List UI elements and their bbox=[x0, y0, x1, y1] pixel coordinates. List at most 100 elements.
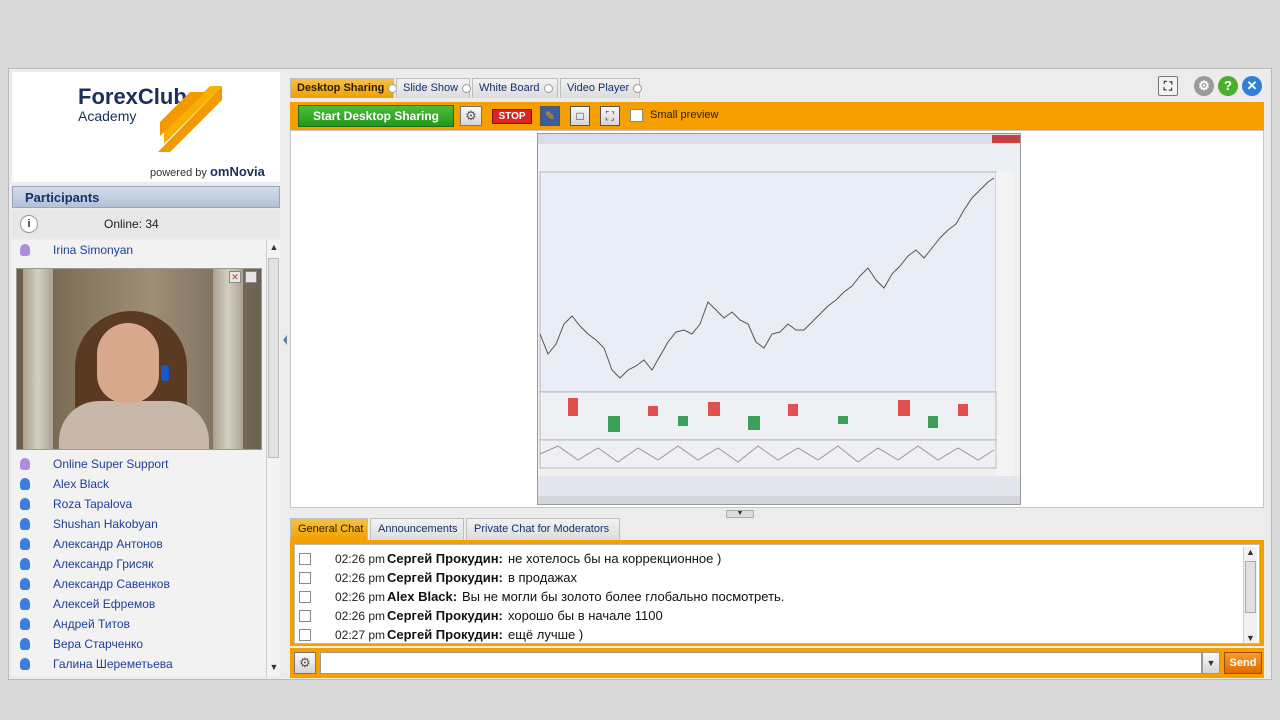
participant-name: Вера Старченко bbox=[53, 637, 144, 651]
presenter-name: Irina Simonyan bbox=[53, 243, 134, 257]
participant-name: Александр Антонов bbox=[53, 537, 163, 551]
user-icon bbox=[20, 498, 30, 510]
message-text: в продажах bbox=[508, 570, 577, 585]
help-icon[interactable]: ? bbox=[1218, 76, 1238, 96]
participants-list: Irina Simonyan ✕ Online Super Support Ale… bbox=[12, 240, 266, 676]
logo-sub: Academy bbox=[78, 108, 137, 124]
panel-splitter[interactable] bbox=[282, 320, 288, 360]
chat-input[interactable] bbox=[320, 652, 1202, 674]
message-time: 02:26 pm bbox=[335, 590, 386, 604]
participants-title: Participants bbox=[25, 190, 100, 205]
message-user: Сергей Прокудин: bbox=[387, 551, 503, 566]
tab-announcements[interactable]: Announcements bbox=[370, 518, 464, 540]
fit-screen-icon[interactable]: ⛶ bbox=[600, 106, 620, 126]
participant-name: Александр Грисяк bbox=[53, 557, 154, 571]
online-count: Online: 34 bbox=[104, 217, 159, 231]
message-time: 02:27 pm bbox=[335, 628, 386, 642]
chat-message: 02:27 pm Сергей Прокудин: ещё лучше ) bbox=[295, 625, 1245, 643]
message-user: Сергей Прокудин: bbox=[387, 608, 503, 623]
user-icon bbox=[20, 538, 30, 550]
message-time: 02:26 pm bbox=[335, 552, 386, 566]
message-time: 02:26 pm bbox=[335, 571, 386, 585]
chat-scroll-up-icon[interactable]: ▲ bbox=[1246, 547, 1255, 557]
small-preview-label: Small preview bbox=[650, 109, 719, 121]
participant-row[interactable]: Галина Шереметьева bbox=[12, 654, 266, 674]
info-icon[interactable]: i bbox=[20, 215, 38, 233]
participant-row[interactable]: Александр Савенков bbox=[12, 574, 266, 594]
tab-video-player[interactable]: Video Player bbox=[560, 78, 643, 98]
message-checkbox[interactable] bbox=[299, 553, 311, 565]
send-button[interactable]: Send bbox=[1224, 652, 1262, 674]
shared-chart-window bbox=[538, 134, 1020, 504]
message-user: Сергей Прокудин: bbox=[387, 627, 503, 642]
chat-scrollbar[interactable]: ▲ ▼ bbox=[1243, 547, 1257, 643]
tab-private-chat-moderators[interactable]: Private Chat for Moderators bbox=[466, 518, 620, 540]
message-checkbox[interactable] bbox=[299, 629, 311, 641]
tab-general-chat[interactable]: General Chat bbox=[290, 518, 368, 540]
scroll-thumb[interactable] bbox=[268, 258, 279, 458]
message-text: не хотелось бы на коррекционное ) bbox=[508, 551, 722, 566]
participants-header: Participants bbox=[12, 186, 280, 208]
chat-panel: 02:26 pm Сергей Прокудин: не хотелось бы н… bbox=[290, 540, 1264, 646]
scroll-down-icon[interactable]: ▼ bbox=[269, 662, 279, 674]
user-icon bbox=[20, 658, 30, 670]
tab-desktop-sharing[interactable]: Desktop Sharing bbox=[290, 78, 398, 98]
online-row: i Online: 34 bbox=[12, 210, 280, 238]
message-text: ещё лучше ) bbox=[508, 627, 584, 642]
participant-row[interactable]: Alex Black bbox=[12, 474, 266, 494]
user-icon bbox=[20, 458, 30, 470]
participant-name: Галина Шереметьева bbox=[53, 657, 173, 671]
participants-scrollbar[interactable]: ▲ ▼ bbox=[266, 240, 280, 676]
top-background bbox=[0, 0, 1280, 68]
stop-button[interactable]: STOP bbox=[492, 109, 532, 124]
desktop-sharing-toolbar: Start Desktop Sharing ⚙ STOP ✎ □ ⛶ Small… bbox=[290, 102, 1264, 130]
sharing-stage bbox=[290, 130, 1264, 508]
message-user: Сергей Прокудин: bbox=[387, 570, 503, 585]
chat-input-bar: ⚙ ▼ Send bbox=[290, 648, 1264, 678]
bottom-background bbox=[0, 680, 1280, 720]
chat-dropdown-icon[interactable]: ▼ bbox=[1202, 652, 1220, 674]
small-preview-checkbox[interactable] bbox=[630, 109, 643, 122]
chat-messages: 02:26 pm Сергей Прокудин: не хотелось бы н… bbox=[294, 544, 1260, 644]
participant-row[interactable]: Алексей Ефремов bbox=[12, 594, 266, 614]
sharing-settings-icon[interactable]: ⚙ bbox=[460, 106, 482, 126]
start-desktop-sharing-button[interactable]: Start Desktop Sharing bbox=[298, 105, 454, 127]
participant-row[interactable]: Андрей Титов bbox=[12, 614, 266, 634]
participant-row[interactable]: Вера Старченко bbox=[12, 634, 266, 654]
video-close-icon[interactable]: ✕ bbox=[229, 271, 241, 283]
chat-message: 02:26 pm Сергей Прокудин: не хотелось бы н… bbox=[295, 549, 1245, 568]
user-icon bbox=[20, 638, 30, 650]
presenter-video: ✕ bbox=[16, 268, 262, 450]
participant-row[interactable]: Online Super Support bbox=[12, 454, 266, 474]
message-text: хорошо бы в начале 1100 bbox=[508, 608, 663, 623]
close-icon[interactable]: ✕ bbox=[1242, 76, 1262, 96]
participant-name: Alex Black bbox=[53, 477, 110, 491]
pointer-tool-icon[interactable]: ✎ bbox=[540, 106, 560, 126]
user-icon bbox=[20, 478, 30, 490]
fullscreen-icon[interactable]: ⛶ bbox=[1158, 76, 1178, 96]
collapse-chat-handle[interactable]: ▼ bbox=[726, 510, 754, 518]
participant-row[interactable]: Roza Tapalova bbox=[12, 494, 266, 514]
participant-name: Roza Tapalova bbox=[53, 497, 133, 511]
chat-settings-icon[interactable]: ⚙ bbox=[294, 652, 316, 674]
user-icon bbox=[20, 618, 30, 630]
video-maximize-icon[interactable] bbox=[245, 271, 257, 283]
participant-row[interactable]: Shushan Hakobyan bbox=[12, 514, 266, 534]
participant-name: Алексей Ефремов bbox=[53, 597, 156, 611]
participant-row[interactable]: Александр Антонов bbox=[12, 534, 266, 554]
chat-message: 02:26 pm Сергей Прокудин: в продажах bbox=[295, 568, 1245, 587]
tab-slide-show[interactable]: Slide Show bbox=[396, 78, 472, 98]
chat-scroll-thumb[interactable] bbox=[1245, 561, 1256, 613]
logo: ForexClub Academy powered by omNovia bbox=[12, 72, 280, 182]
presenter-row[interactable]: Irina Simonyan bbox=[12, 240, 266, 260]
message-checkbox[interactable] bbox=[299, 610, 311, 622]
scroll-up-icon[interactable]: ▲ bbox=[269, 242, 279, 254]
gear-icon[interactable]: ⚙ bbox=[1194, 76, 1214, 96]
tab-white-board[interactable]: White Board bbox=[472, 78, 558, 98]
user-icon bbox=[20, 518, 30, 530]
message-checkbox[interactable] bbox=[299, 591, 311, 603]
area-select-icon[interactable]: □ bbox=[570, 106, 590, 126]
participant-row[interactable]: Александр Грисяк bbox=[12, 554, 266, 574]
message-checkbox[interactable] bbox=[299, 572, 311, 584]
chat-scroll-down-icon[interactable]: ▼ bbox=[1246, 633, 1255, 643]
